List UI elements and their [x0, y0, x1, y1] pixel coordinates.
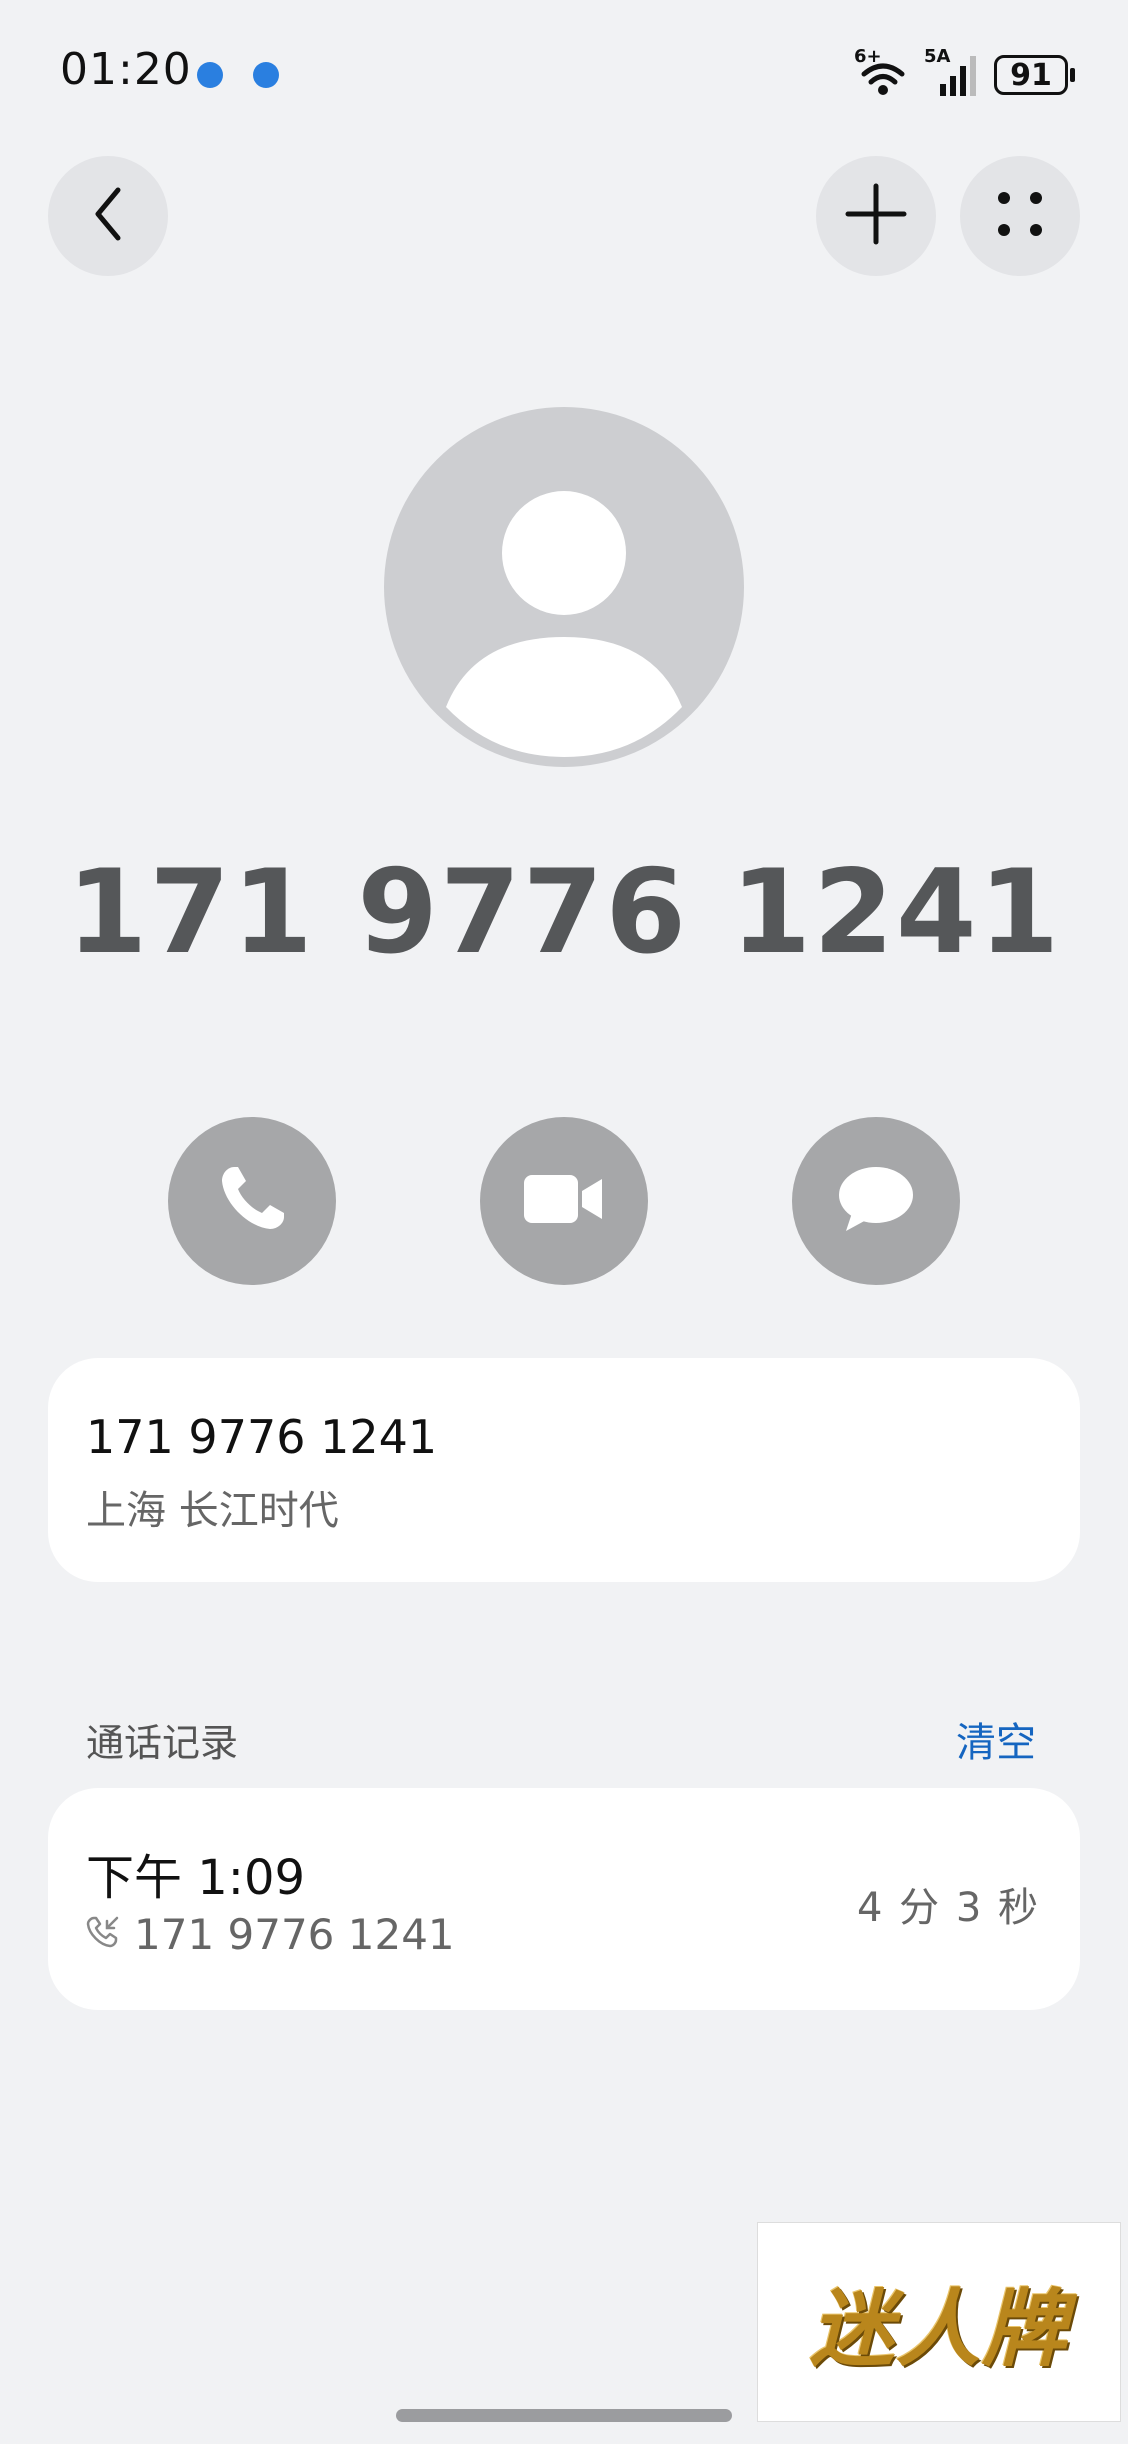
status-indicators: 6+ 5A 91: [854, 48, 1075, 100]
info-card-location: 上海 长江时代: [86, 1488, 339, 1534]
incoming-call-icon: [86, 1910, 120, 1959]
chat-bubble-icon: [836, 1163, 916, 1239]
phone-icon: [212, 1159, 292, 1243]
info-card-number: 171 9776 1241: [86, 1410, 438, 1464]
call-record-duration: 4 分 3 秒: [856, 1885, 1040, 1931]
home-indicator[interactable]: [396, 2409, 732, 2422]
status-time: 01:20: [60, 44, 192, 95]
four-dots-icon: [992, 186, 1048, 246]
back-arrow-icon: [86, 184, 130, 248]
call-log-title: 通话记录: [86, 1721, 239, 1765]
app-notification-icon: [197, 62, 223, 88]
call-record-time: 下午 1:09: [86, 1850, 306, 1906]
more-options-button[interactable]: [960, 156, 1080, 276]
battery-indicator: 91: [994, 55, 1075, 95]
watermark-logo: 迷人牌: [757, 2222, 1121, 2422]
plus-icon: [844, 182, 908, 250]
person-silhouette-icon: [446, 491, 682, 757]
call-record-number-row: 171 9776 1241: [86, 1910, 455, 1959]
video-call-button[interactable]: [480, 1117, 648, 1285]
contact-number-title: 171 9776 1241: [66, 845, 1062, 980]
add-contact-button[interactable]: [816, 156, 936, 276]
video-camera-icon: [522, 1169, 606, 1233]
message-button[interactable]: [792, 1117, 960, 1285]
call-record-number: 171 9776 1241: [134, 1910, 455, 1959]
wifi-icon: 6+: [854, 48, 912, 98]
watermark-text: 迷人牌: [809, 2278, 1068, 2378]
number-info-card[interactable]: [48, 1358, 1080, 1582]
back-button[interactable]: [48, 156, 168, 276]
cellular-signal-icon: 5A: [924, 48, 982, 98]
clear-call-log-button[interactable]: 清空: [956, 1710, 1036, 1768]
avatar: [384, 407, 744, 767]
app-notification-icon: [253, 62, 279, 88]
call-button[interactable]: [168, 1117, 336, 1285]
